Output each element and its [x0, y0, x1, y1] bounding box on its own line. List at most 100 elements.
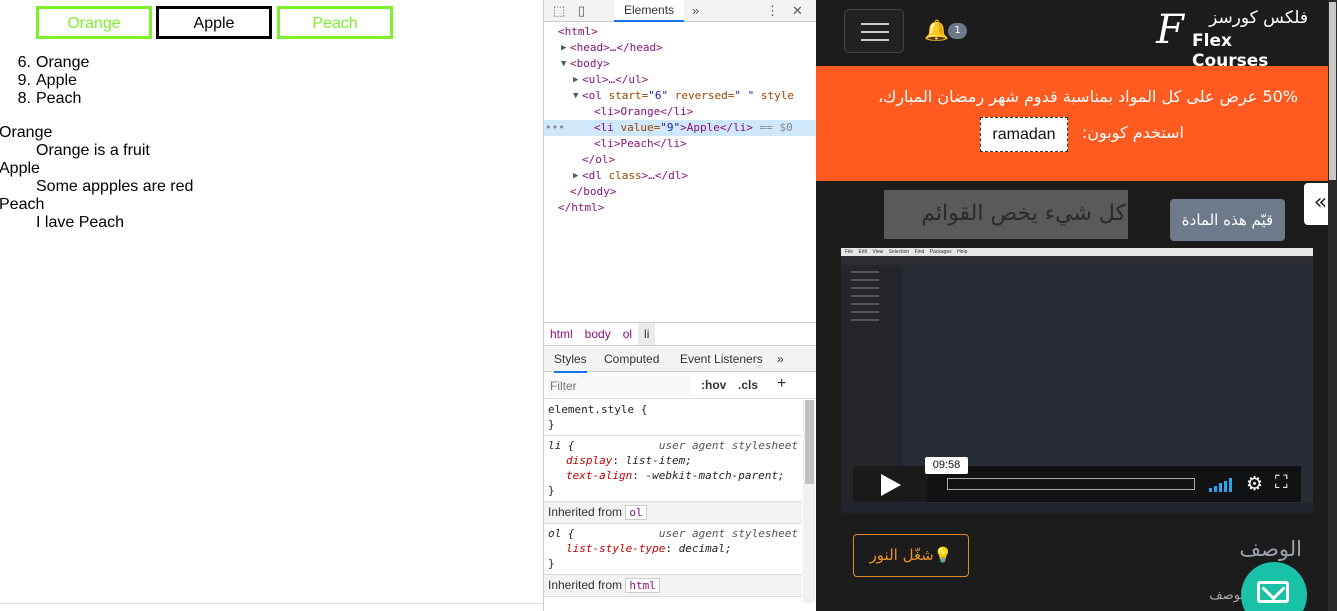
- dom-node[interactable]: </ol>: [544, 152, 816, 168]
- more-pane-tabs-icon[interactable]: »: [777, 347, 784, 371]
- dom-tag: >…</dl>: [641, 169, 688, 182]
- dom-node[interactable]: </html>: [544, 200, 816, 216]
- dom-node-text: </ol>: [582, 153, 616, 166]
- breadcrumb-body[interactable]: body: [579, 323, 617, 345]
- dom-node[interactable]: <li>Orange</li>: [544, 104, 816, 120]
- definition-term: Peach: [0, 196, 45, 213]
- fullscreen-icon[interactable]: ⛶: [1275, 472, 1288, 494]
- logo-english-text[interactable]: Flex Courses: [1192, 31, 1302, 71]
- definition-description: Orange is a fruit: [36, 142, 150, 159]
- dom-node-text: <body>: [570, 57, 610, 70]
- dom-node-text: <li>Orange</li>: [594, 105, 694, 118]
- hov-toggle[interactable]: :hov: [701, 378, 726, 392]
- expand-arrow-icon[interactable]: ▶: [573, 72, 578, 88]
- style-rule-ol: ol { user agent stylesheet list-style-ty…: [544, 524, 802, 575]
- expand-arrow-icon[interactable]: ▶: [573, 168, 578, 184]
- kebab-menu-icon[interactable]: ⋮: [766, 3, 779, 19]
- bell-icon[interactable]: 🔔: [924, 18, 949, 42]
- coupon-code[interactable]: ramadan: [980, 117, 1068, 152]
- breadcrumb-ol[interactable]: ol: [617, 323, 638, 345]
- inherited-chip[interactable]: ol: [625, 505, 647, 520]
- tab-elements[interactable]: Elements: [614, 0, 685, 22]
- close-icon[interactable]: ✕: [792, 3, 803, 19]
- dom-node[interactable]: <html>: [544, 24, 816, 40]
- orange-button[interactable]: Orange: [36, 6, 152, 39]
- expand-arrow-icon[interactable]: ▶: [561, 40, 566, 56]
- dom-tag: >Apple</li>: [680, 121, 753, 134]
- list-item: 8. Peach: [0, 90, 89, 108]
- breadcrumb-html[interactable]: html: [544, 323, 579, 345]
- dom-node[interactable]: </body>: [544, 184, 816, 200]
- hamburger-line: [861, 23, 889, 25]
- more-tabs-icon[interactable]: »: [692, 3, 699, 19]
- dom-node-selected[interactable]: ••• <li value="9">Apple</li> == $0: [544, 120, 816, 136]
- rule-selector[interactable]: element.style {: [548, 402, 798, 417]
- ellipsis-icon[interactable]: •••: [545, 120, 565, 136]
- style-property[interactable]: text-align: -webkit-match-parent;: [548, 468, 798, 483]
- list-item-text: Orange: [36, 54, 90, 71]
- devtools-panel: ⬚ ▯ Elements » ⋮ ✕ <html> ▶ <head>…</head…: [543, 0, 816, 611]
- dom-node[interactable]: ▶ <dl class>…</dl>: [544, 168, 816, 184]
- dom-node-text: </body>: [570, 185, 617, 198]
- description-heading: الوصف: [1239, 537, 1302, 561]
- inspect-element-icon[interactable]: ⬚: [553, 3, 565, 19]
- breadcrumb-li[interactable]: li: [638, 323, 656, 345]
- dom-attr-value: " ": [734, 89, 755, 102]
- promo-banner: 50% عرض على كل المواد بمناسبة قدوم شهر ر…: [816, 66, 1337, 181]
- dom-tag: <li: [594, 121, 621, 134]
- logo-arabic-text[interactable]: فلكس كورسز: [1192, 7, 1308, 29]
- video-file-entry: [851, 293, 891, 299]
- inherited-chip[interactable]: html: [625, 578, 660, 593]
- dom-attr-value: "9": [660, 121, 681, 134]
- rendered-page: Orange Apple Peach 6. Orange 9. Apple 8. Pe…: [0, 0, 543, 611]
- dom-node[interactable]: ▼ <ol start="6" reversed=" " style: [544, 88, 816, 104]
- list-item: 9. Apple: [0, 72, 89, 90]
- dom-node[interactable]: <li>Peach</li>: [544, 136, 816, 152]
- notification-badge: 1: [948, 23, 967, 39]
- scrollbar-thumb[interactable]: [805, 400, 814, 484]
- styles-pane-tabs: Styles Computed Event Listeners »: [544, 347, 816, 373]
- tab-computed[interactable]: Computed: [604, 347, 659, 371]
- editor-menu-item: Help: [957, 249, 968, 255]
- dom-attr-name: start=: [608, 89, 649, 102]
- video-file-entry: [851, 317, 891, 323]
- definition-description: I lave Peach: [36, 214, 125, 231]
- dom-node-text: </html>: [558, 201, 605, 214]
- collapse-arrow-icon[interactable]: ▼: [561, 56, 566, 72]
- dom-attr-name: reversed=: [668, 89, 735, 102]
- video-progress-bar[interactable]: [947, 478, 1195, 490]
- apple-button[interactable]: Apple: [156, 6, 272, 39]
- collapse-arrow-icon[interactable]: ▼: [573, 88, 578, 104]
- logo-icon[interactable]: F: [1149, 8, 1191, 54]
- cls-toggle[interactable]: .cls: [738, 378, 758, 392]
- new-rule-icon[interactable]: +: [777, 375, 786, 393]
- divider: [0, 603, 543, 604]
- site-header: 🔔 1 F فلكس كورسز Flex Courses: [816, 0, 1337, 71]
- styles-filter-input[interactable]: [548, 376, 690, 395]
- style-property[interactable]: display: list-item;: [548, 453, 798, 468]
- device-toolbar-icon[interactable]: ▯: [578, 3, 585, 19]
- dom-node[interactable]: ▶ <ul>…</ul>: [544, 72, 816, 88]
- rate-course-button[interactable]: قيّم هذه المادة: [1170, 199, 1285, 241]
- styles-scrollbar[interactable]: [803, 400, 815, 603]
- tab-styles[interactable]: Styles: [554, 347, 587, 373]
- dom-tree: <html> ▶ <head>…</head> ▼ <body> ▶ <ul>…</u…: [544, 24, 816, 320]
- play-button[interactable]: [853, 466, 927, 502]
- style-property[interactable]: list-style-type: decimal;: [548, 541, 798, 556]
- scrollbar-thumb[interactable]: [1329, 2, 1336, 180]
- volume-icon[interactable]: [1209, 478, 1235, 492]
- hamburger-line: [861, 31, 889, 33]
- promo-text: 50% عرض على كل المواد بمناسبة قدوم شهر ر…: [877, 87, 1298, 106]
- contact-mail-button[interactable]: [1241, 562, 1307, 611]
- video-editor-statusbar: [841, 503, 1313, 513]
- settings-gear-icon[interactable]: ⚙: [1246, 473, 1263, 495]
- menu-toggle-button[interactable]: [844, 9, 904, 53]
- tab-event-listeners[interactable]: Event Listeners: [680, 347, 763, 371]
- style-rule-element: element.style { }: [544, 400, 802, 436]
- peach-button[interactable]: Peach: [277, 6, 393, 39]
- dom-node-text: <li>Peach</li>: [594, 137, 687, 150]
- page-scrollbar[interactable]: [1328, 0, 1337, 611]
- turn-on-light-button[interactable]: 💡شغّل النور: [853, 534, 969, 577]
- dom-node[interactable]: ▼ <body>: [544, 56, 816, 72]
- dom-node[interactable]: ▶ <head>…</head>: [544, 40, 816, 56]
